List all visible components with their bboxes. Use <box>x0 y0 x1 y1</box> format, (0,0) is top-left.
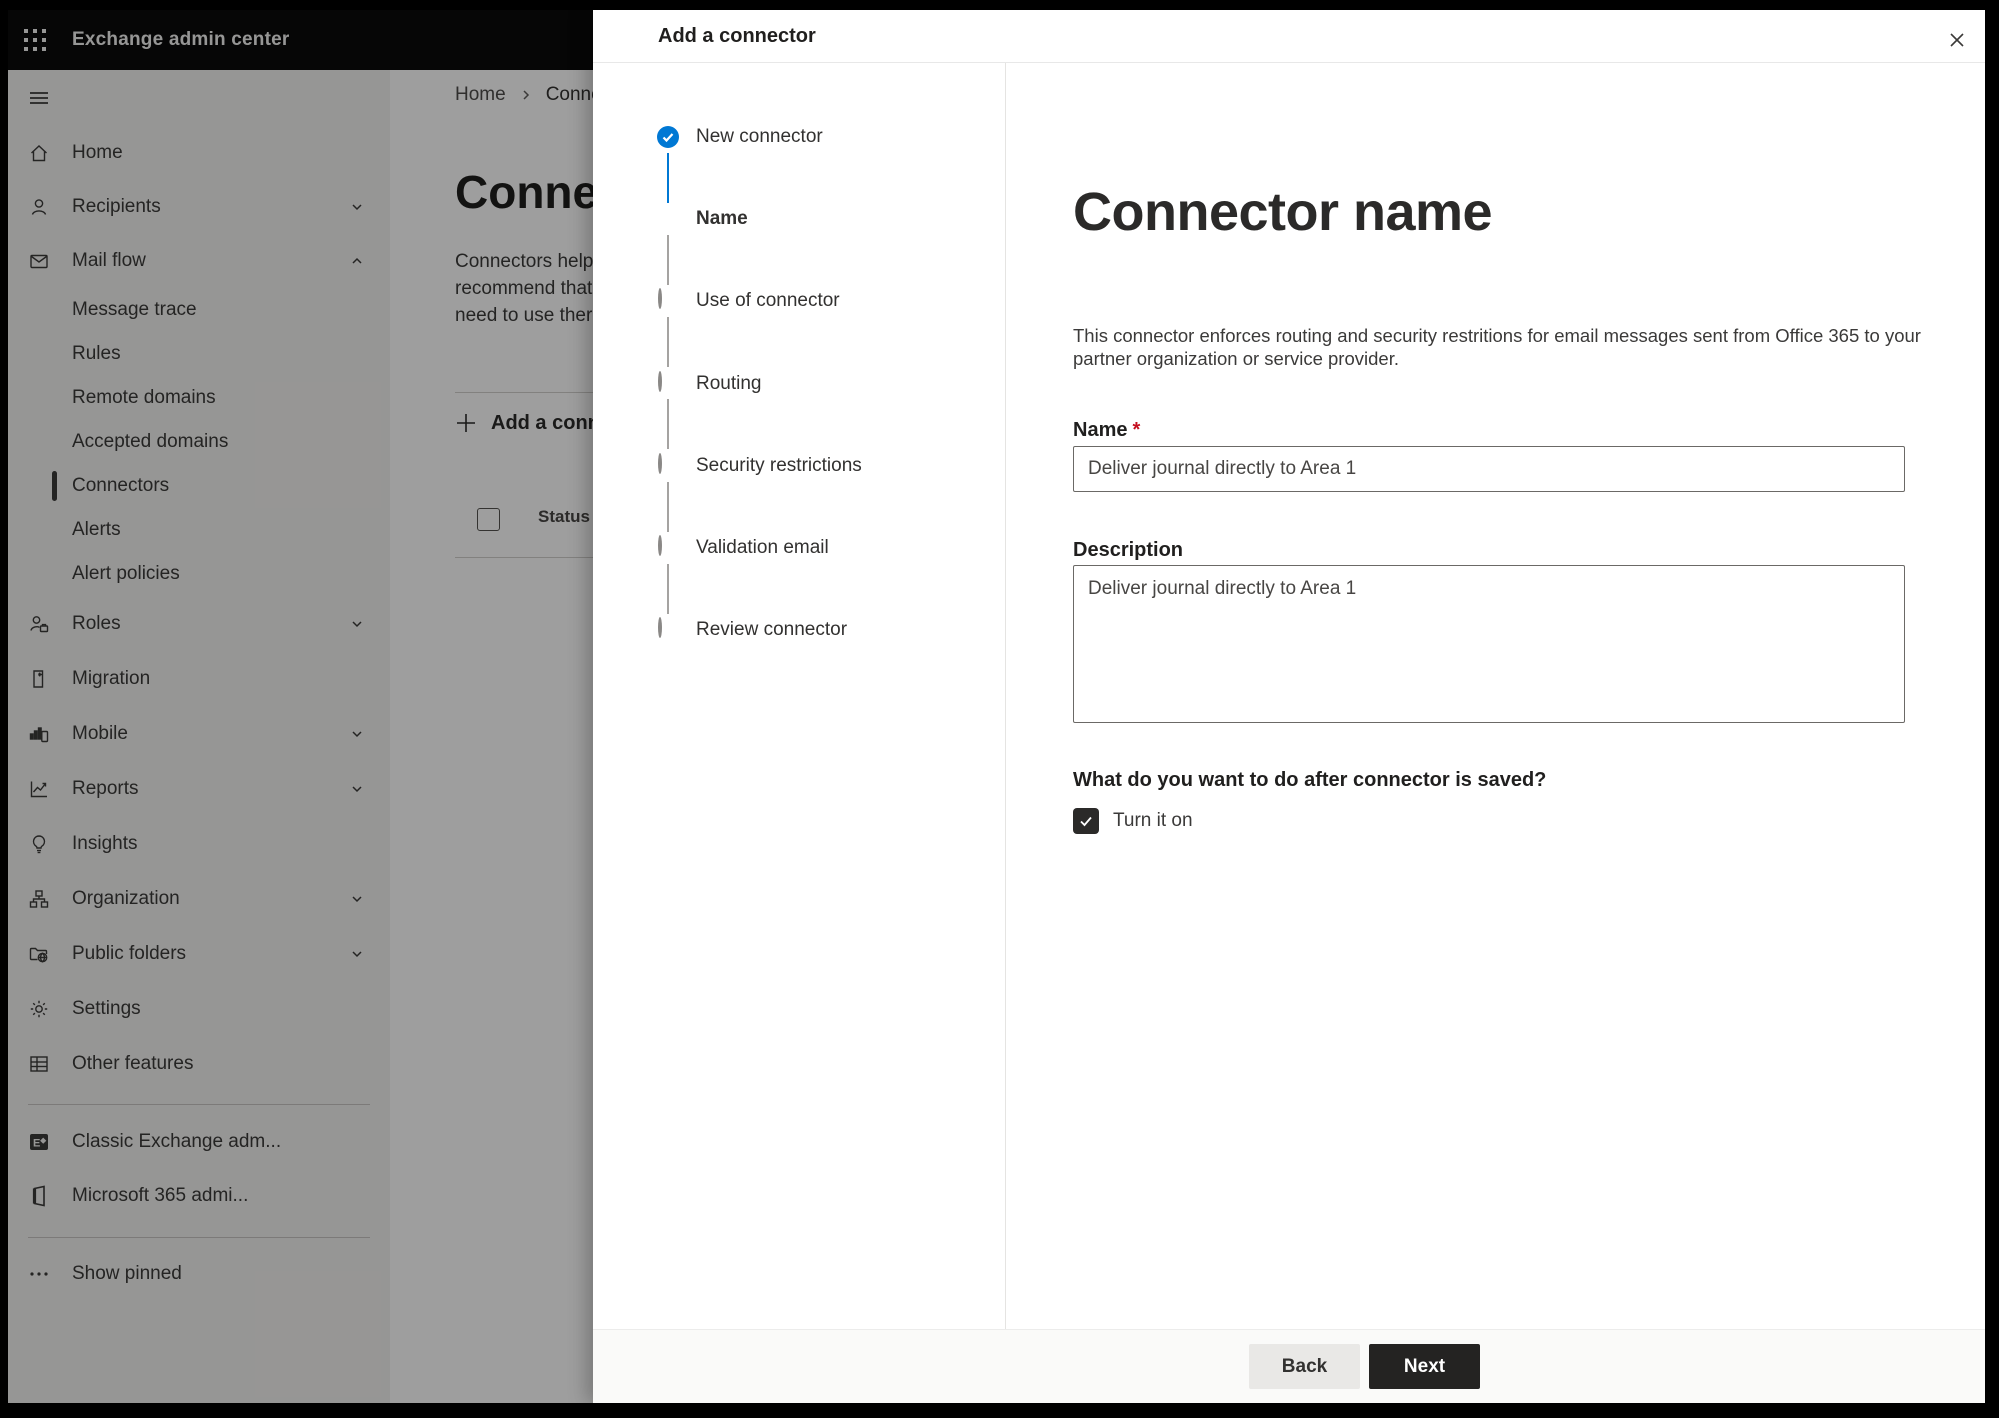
step-label: Use of connector <box>696 290 840 311</box>
name-field-label: Name * <box>1073 419 1140 442</box>
panel-title: Add a connector <box>658 25 816 47</box>
turn-it-on-checkbox-row[interactable]: Turn it on <box>1073 808 1193 834</box>
add-connector-panel: Add a connector New connector Name Use o… <box>593 10 1985 1403</box>
step-todo-dot <box>658 453 662 474</box>
wizard-page-description: This connector enforces routing and secu… <box>1073 325 1921 369</box>
step-label: Name <box>696 208 748 229</box>
wizard-stepper: New connector Name Use of connector Rout… <box>593 63 1006 1329</box>
step-connector-line <box>667 399 669 449</box>
step-connector-line <box>667 482 669 532</box>
step-label: Review connector <box>696 619 848 640</box>
step-label: Routing <box>696 373 762 394</box>
step-completed-check-icon <box>657 126 679 148</box>
name-label-text: Name <box>1073 419 1128 441</box>
close-icon <box>1950 33 1964 47</box>
turn-it-on-label: Turn it on <box>1113 810 1193 831</box>
step-todo-dot <box>658 288 662 309</box>
step-todo-dot <box>658 535 662 556</box>
close-button[interactable] <box>1941 24 1973 56</box>
step-todo-dot <box>658 371 662 392</box>
back-button[interactable]: Back <box>1249 1344 1360 1389</box>
connector-description-textarea[interactable] <box>1073 565 1905 723</box>
app-window: Exchange admin center Home Recipients Ma… <box>8 10 1985 1403</box>
description-field-label: Description <box>1073 539 1184 561</box>
panel-header: Add a connector <box>593 10 1985 63</box>
screenshot-root: { "app": { "title": "Exchange admin cent… <box>0 0 1999 1418</box>
checkmark-icon <box>1080 816 1092 827</box>
next-button[interactable]: Next <box>1369 1344 1480 1389</box>
required-asterisk: * <box>1132 419 1141 441</box>
step-label: Validation email <box>696 537 829 558</box>
wizard-page: Connector name This connector enforces r… <box>1006 63 1985 1329</box>
connector-name-input[interactable] <box>1073 446 1905 492</box>
step-label: New connector <box>696 126 823 147</box>
checked-checkbox[interactable] <box>1073 808 1099 834</box>
step-todo-dot <box>658 617 662 638</box>
panel-footer: Back Next <box>593 1329 1985 1403</box>
step-connector-line <box>667 564 669 614</box>
after-save-question-label: What do you want to do after connector i… <box>1073 769 1547 791</box>
modal-dim-overlay <box>8 10 593 1403</box>
panel-body: New connector Name Use of connector Rout… <box>593 63 1985 1329</box>
step-label: Security restrictions <box>696 455 862 476</box>
wizard-page-title: Connector name <box>1073 182 1493 242</box>
step-connector-line <box>667 235 669 285</box>
step-connector-line <box>667 317 669 367</box>
step-connector-line <box>667 153 669 203</box>
